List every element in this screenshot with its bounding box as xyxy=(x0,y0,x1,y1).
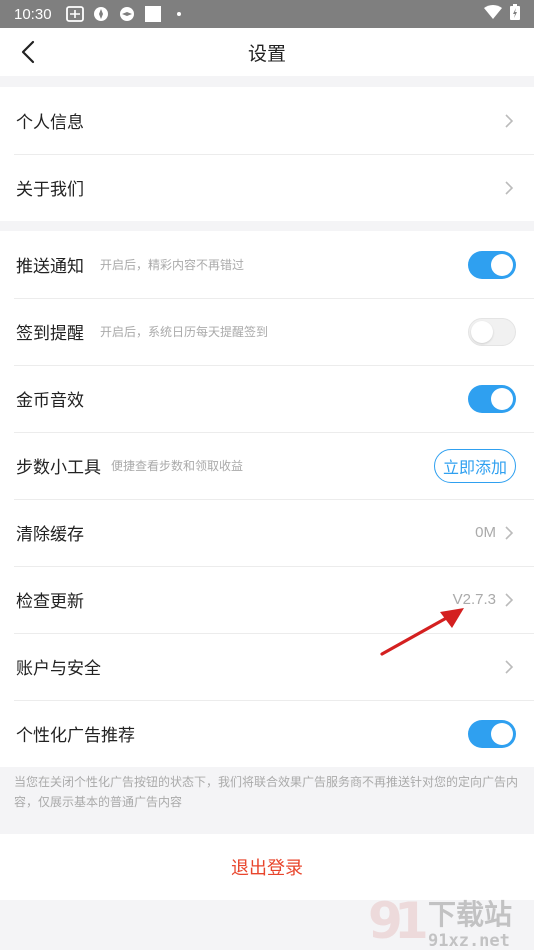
coin-sound-toggle[interactable] xyxy=(468,384,516,413)
annotation-arrow-icon xyxy=(380,608,464,656)
personalized-ads-toggle[interactable] xyxy=(468,719,516,748)
settings-group-profile: 个人信息 关于我们 xyxy=(0,87,534,221)
square-notification-icon xyxy=(144,6,162,22)
settings-item-push-notification: 推送通知 开启后，精彩内容不再错过 xyxy=(0,231,534,298)
settings-item-label: 个性化广告推荐 xyxy=(16,726,135,746)
settings-item-step-widget: 步数小工具 便捷查看步数和领取收益 立即添加 xyxy=(0,432,534,499)
settings-item-coin-sound: 金币音效 xyxy=(0,365,534,432)
battery-icon xyxy=(510,4,520,24)
settings-item-personalized-ads: 个性化广告推荐 xyxy=(0,700,534,767)
watermark-url: 91xz.net xyxy=(428,931,510,950)
settings-item-label: 金币音效 xyxy=(16,391,84,411)
nav-bar: 设置 xyxy=(0,28,534,76)
app-notification-icon-2 xyxy=(118,6,136,22)
status-bar: 10:30 xyxy=(0,0,534,28)
settings-item-label: 账户与安全 xyxy=(16,659,101,679)
settings-item-label: 推送通知 xyxy=(16,257,84,277)
more-notifications-dot-icon xyxy=(170,6,188,22)
chevron-right-icon xyxy=(502,112,516,130)
watermark-brand: 下载站 xyxy=(428,898,512,931)
ads-disclaimer-note: 当您在关闭个性化广告按钮的状态下，我们将联合效果广告服务商不再推送针对您的定向广… xyxy=(14,775,519,809)
status-time: 10:30 xyxy=(14,5,52,23)
settings-item-label: 签到提醒 xyxy=(16,324,84,344)
settings-item-signin-reminder: 签到提醒 开启后，系统日历每天提醒签到 xyxy=(0,298,534,365)
settings-item-label: 关于我们 xyxy=(16,180,84,200)
page-title: 设置 xyxy=(247,42,286,65)
settings-item-personal-info[interactable]: 个人信息 xyxy=(0,87,534,154)
settings-item-hint: 开启后，系统日历每天提醒签到 xyxy=(100,325,269,339)
chevron-right-icon xyxy=(502,524,516,542)
settings-item-clear-cache[interactable]: 清除缓存 0M xyxy=(0,499,534,566)
settings-item-about-us[interactable]: 关于我们 xyxy=(0,154,534,221)
settings-group-main: 推送通知 开启后，精彩内容不再错过 签到提醒 开启后，系统日历每天提醒签到 金币… xyxy=(0,231,534,767)
app-notification-icon xyxy=(92,6,110,22)
back-arrow-icon xyxy=(21,40,35,64)
settings-item-label: 检查更新 xyxy=(16,592,84,612)
chevron-right-icon xyxy=(502,658,516,676)
signin-reminder-toggle[interactable] xyxy=(468,317,516,346)
chevron-right-icon xyxy=(502,591,516,609)
back-button[interactable] xyxy=(14,38,42,66)
settings-item-label: 步数小工具 xyxy=(16,458,101,478)
svg-text:1: 1 xyxy=(394,892,429,950)
chevron-right-icon xyxy=(502,179,516,197)
add-widget-button[interactable]: 立即添加 xyxy=(433,448,516,483)
notification-box-icon xyxy=(65,6,84,22)
push-notification-toggle[interactable] xyxy=(468,250,516,279)
wifi-icon xyxy=(484,5,502,23)
cache-size-value: 0M xyxy=(475,524,496,541)
watermark-logo: 9 1 下载站 91xz.net xyxy=(368,892,512,950)
settings-item-hint: 便捷查看步数和领取收益 xyxy=(111,459,244,473)
settings-item-hint: 开启后，精彩内容不再错过 xyxy=(100,258,245,272)
settings-item-label: 清除缓存 xyxy=(16,525,84,545)
settings-item-label: 个人信息 xyxy=(16,113,84,133)
